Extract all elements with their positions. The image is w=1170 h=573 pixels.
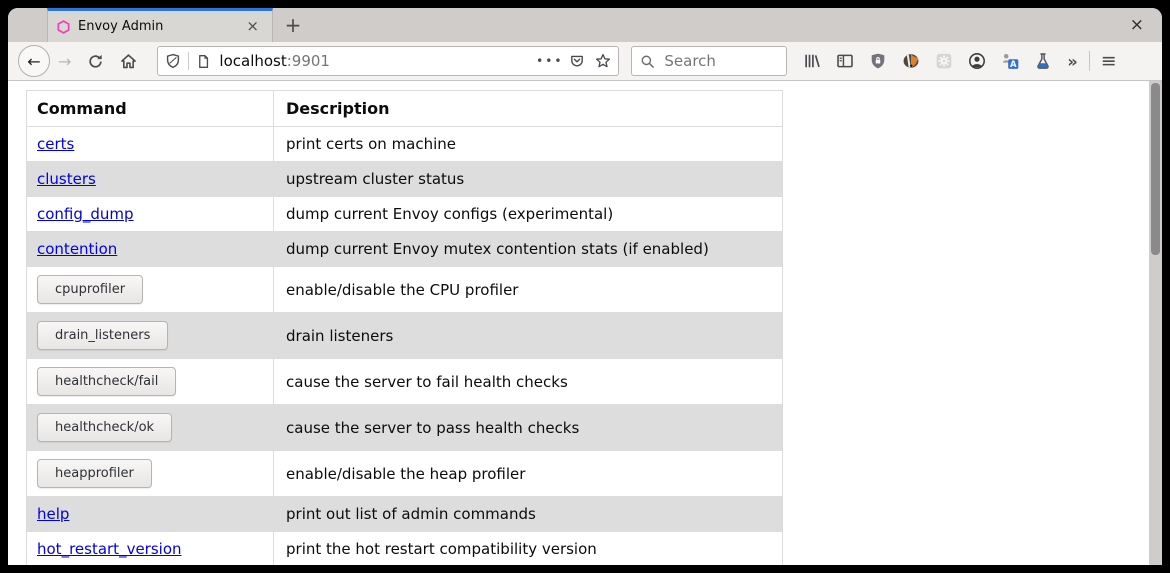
table-row: cpuprofiler enable/disable the CPU profil…: [27, 267, 783, 313]
table-row: contention dump current Envoy mutex conte…: [27, 232, 783, 267]
reload-button[interactable]: [87, 53, 104, 70]
extension-icon[interactable]: [935, 52, 953, 70]
scrollbar-thumb[interactable]: [1151, 83, 1160, 255]
description-cell: print certs on machine: [274, 127, 783, 162]
home-icon: [120, 53, 137, 70]
table-row: help print out list of admin commands: [27, 497, 783, 532]
new-tab-button[interactable]: +: [273, 8, 313, 42]
command-link[interactable]: hot_restart_version: [37, 540, 182, 558]
translate-icon[interactable]: A: [1001, 52, 1019, 70]
description-cell: cause the server to pass health checks: [274, 405, 783, 451]
table-header-row: Command Description: [27, 91, 783, 127]
command-cell: cpuprofiler: [27, 267, 274, 313]
command-button[interactable]: healthcheck/ok: [37, 413, 172, 442]
privacy-badger-icon[interactable]: [902, 52, 920, 70]
command-cell: certs: [27, 127, 274, 162]
shield-lock-icon[interactable]: [869, 52, 887, 70]
home-button[interactable]: [120, 53, 137, 70]
envoy-admin-page: Command Description certs print certs on …: [8, 81, 1149, 565]
command-link[interactable]: help: [37, 505, 69, 523]
window-close-button[interactable]: ×: [1112, 8, 1162, 42]
description-cell: enable/disable the heap profiler: [274, 451, 783, 497]
command-column-header: Command: [27, 91, 274, 127]
command-link[interactable]: clusters: [37, 170, 96, 188]
command-link[interactable]: contention: [37, 240, 117, 258]
command-button[interactable]: heapprofiler: [37, 459, 152, 488]
command-cell: clusters: [27, 162, 274, 197]
envoy-hexagon-icon: [57, 20, 70, 34]
forward-button[interactable]: →: [58, 52, 71, 71]
url-bar[interactable]: localhost:9901 •••: [157, 46, 619, 76]
tab-bar-spacer: [8, 8, 47, 42]
bookmark-star-icon[interactable]: [595, 53, 611, 69]
overflow-chevron-icon[interactable]: »: [1067, 52, 1077, 71]
table-row: config_dump dump current Envoy configs (e…: [27, 197, 783, 232]
table-row: hot_restart_version print the hot restart…: [27, 532, 783, 566]
menu-button[interactable]: ≡: [1101, 50, 1117, 72]
tab-envoy-admin[interactable]: Envoy Admin ×: [47, 8, 273, 42]
table-row: healthcheck/fail cause the server to fail…: [27, 359, 783, 405]
tab-title: Envoy Admin: [78, 19, 242, 34]
command-cell: config_dump: [27, 197, 274, 232]
command-link[interactable]: config_dump: [37, 205, 134, 223]
description-cell: upstream cluster status: [274, 162, 783, 197]
urlbar-separator: [188, 52, 189, 70]
url-text[interactable]: localhost:9901: [219, 52, 330, 70]
command-link[interactable]: certs: [37, 135, 74, 153]
library-icon[interactable]: [803, 52, 821, 70]
reload-icon: [87, 53, 104, 70]
command-cell: healthcheck/ok: [27, 405, 274, 451]
account-icon[interactable]: [968, 52, 986, 70]
command-cell: hot_restart_version: [27, 532, 274, 566]
description-cell: drain listeners: [274, 313, 783, 359]
flask-icon[interactable]: [1034, 52, 1052, 70]
admin-commands-table: Command Description certs print certs on …: [26, 90, 783, 565]
browser-window: Envoy Admin × + × ← →: [8, 8, 1162, 565]
description-cell: dump current Envoy configs (experimental…: [274, 197, 783, 232]
description-cell: enable/disable the CPU profiler: [274, 267, 783, 313]
sidebar-icon[interactable]: [836, 52, 854, 70]
tab-bar-fill: [313, 8, 1112, 42]
description-cell: print out list of admin commands: [274, 497, 783, 532]
description-column-header: Description: [274, 91, 783, 127]
page-content: Command Description certs print certs on …: [8, 81, 1162, 565]
url-host: localhost: [219, 52, 286, 70]
table-row: clusters upstream cluster status: [27, 162, 783, 197]
page-icon[interactable]: [196, 54, 211, 69]
command-table-body: certs print certs on machine clusters upstr…: [27, 127, 783, 566]
navigation-toolbar: ← → localhost:9901 •••: [8, 42, 1162, 81]
vertical-scrollbar[interactable]: [1149, 81, 1162, 565]
command-button[interactable]: cpuprofiler: [37, 275, 143, 304]
back-button[interactable]: ←: [18, 45, 50, 77]
url-port: :9901: [287, 52, 330, 70]
table-row: certs print certs on machine: [27, 127, 783, 162]
search-placeholder: Search: [664, 52, 716, 70]
description-cell: print the hot restart compatibility vers…: [274, 532, 783, 566]
command-cell: help: [27, 497, 274, 532]
tab-close-icon[interactable]: ×: [242, 17, 263, 36]
command-button[interactable]: drain_listeners: [37, 321, 168, 350]
table-row: heapprofiler enable/disable the heap prof…: [27, 451, 783, 497]
page-actions-icon[interactable]: •••: [536, 54, 563, 68]
description-cell: cause the server to fail health checks: [274, 359, 783, 405]
description-cell: dump current Envoy mutex contention stat…: [274, 232, 783, 267]
table-row: healthcheck/ok cause the server to pass h…: [27, 405, 783, 451]
search-box[interactable]: Search: [631, 46, 787, 76]
translate-badge: A: [1010, 59, 1017, 69]
command-cell: healthcheck/fail: [27, 359, 274, 405]
table-row: drain_listeners drain listeners: [27, 313, 783, 359]
toolbar-icons: A »: [803, 52, 1077, 71]
command-cell: drain_listeners: [27, 313, 274, 359]
command-button[interactable]: healthcheck/fail: [37, 367, 176, 396]
pocket-icon[interactable]: [569, 53, 585, 69]
tracking-protection-shield-icon[interactable]: [165, 53, 181, 69]
command-cell: heapprofiler: [27, 451, 274, 497]
toolbar-separator: [1089, 51, 1090, 71]
tab-bar: Envoy Admin × + ×: [8, 8, 1162, 42]
search-icon: [640, 54, 655, 69]
command-cell: contention: [27, 232, 274, 267]
